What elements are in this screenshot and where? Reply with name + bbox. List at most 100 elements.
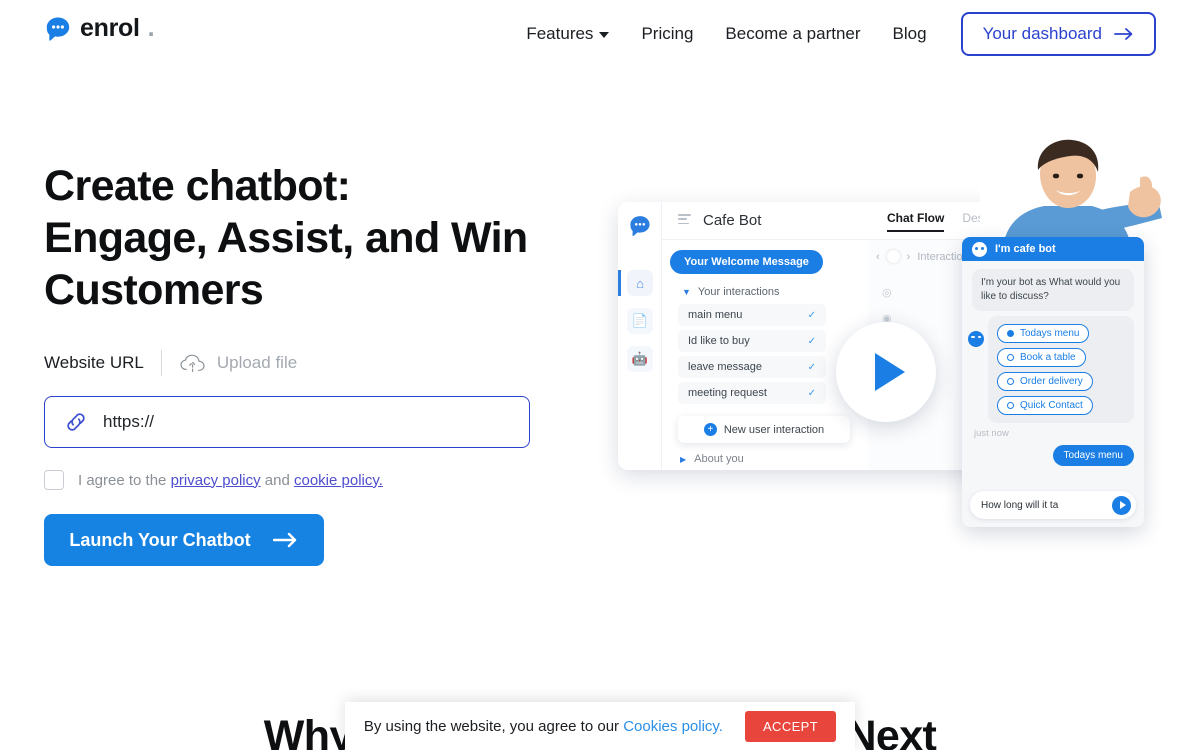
launch-label: Launch Your Chatbot bbox=[69, 529, 251, 550]
presenter-photo bbox=[980, 134, 1165, 254]
divider bbox=[160, 350, 162, 376]
chat-input[interactable]: How long will it ta bbox=[970, 491, 1136, 519]
list-item-label: Id like to buy bbox=[688, 335, 750, 347]
quick-reply-label: Todays menu bbox=[1020, 328, 1080, 339]
cookie-text-prefix: By using the website, you agree to our bbox=[363, 717, 624, 735]
breadcrumb-label: Interaction bbox=[917, 250, 969, 263]
new-user-interaction-button[interactable]: + New user interaction bbox=[678, 416, 850, 443]
launch-your-chatbot-button[interactable]: Launch Your Chatbot bbox=[44, 514, 324, 566]
website-url-label[interactable]: Website URL bbox=[44, 353, 144, 373]
list-item[interactable]: Id like to buy ✓ bbox=[678, 330, 826, 352]
brand-logo[interactable]: enrol . bbox=[44, 14, 155, 43]
play-video-button[interactable] bbox=[836, 322, 936, 422]
site-header: enrol . Features Pricing Become a partne… bbox=[0, 0, 1200, 68]
quick-reply-label: Book a table bbox=[1020, 352, 1076, 363]
quick-reply-label: Order delivery bbox=[1020, 376, 1083, 387]
website-url-value: https:// bbox=[103, 412, 155, 431]
hamburger-icon[interactable] bbox=[678, 214, 691, 227]
chat-header-title: I'm cafe bot bbox=[995, 243, 1056, 255]
check-icon: ✓ bbox=[807, 387, 816, 399]
chat-timestamp: just now bbox=[974, 428, 1009, 439]
list-item-label: About you bbox=[694, 453, 744, 465]
upload-file-label: Upload file bbox=[216, 353, 298, 372]
agree-middle: and bbox=[260, 471, 294, 489]
chat-quick-replies: Todays menu Book a table Order delivery … bbox=[988, 316, 1134, 423]
chevron-right-icon: ▶ bbox=[680, 454, 687, 464]
chevron-down-icon: ▼ bbox=[682, 287, 691, 297]
dashboard-label: Your dashboard bbox=[982, 24, 1102, 43]
link-icon bbox=[67, 413, 85, 431]
chat-bubble-logo-icon bbox=[46, 17, 70, 41]
plus-circle-icon: + bbox=[703, 423, 717, 436]
quick-reply-book-a-table[interactable]: Book a table bbox=[997, 348, 1086, 367]
quick-reply-order-delivery[interactable]: Order delivery bbox=[997, 372, 1093, 391]
section-heading-left: Why bbox=[263, 712, 354, 750]
cookie-banner-text: By using the website, you agree to our C… bbox=[364, 718, 723, 735]
cookie-policy-link[interactable]: cookie policy. bbox=[294, 472, 383, 489]
chat-user-message: Todays menu bbox=[1052, 445, 1134, 466]
nav-label: Features bbox=[526, 24, 594, 43]
quick-reply-quick-contact[interactable]: Quick Contact bbox=[997, 396, 1093, 415]
list-item-label: main menu bbox=[688, 309, 743, 321]
quick-reply-todays-menu[interactable]: Todays menu bbox=[997, 324, 1090, 343]
your-interactions-label: Your interactions bbox=[697, 286, 780, 298]
tab-chat-flow[interactable]: Chat Flow bbox=[887, 211, 945, 232]
privacy-policy-link[interactable]: privacy policy bbox=[171, 472, 261, 489]
check-icon: ✓ bbox=[807, 309, 816, 321]
welcome-message-pill[interactable]: Your Welcome Message bbox=[670, 250, 823, 274]
check-icon: ✓ bbox=[807, 361, 816, 373]
agree-label: I agree to the privacy policy and cookie… bbox=[78, 472, 383, 489]
headline-line-2: Engage, Assist, and Win bbox=[44, 214, 528, 262]
upload-file-button[interactable]: Upload file bbox=[179, 353, 297, 373]
bot-avatar bbox=[968, 331, 984, 347]
your-dashboard-button[interactable]: Your dashboard bbox=[960, 12, 1156, 56]
arrow-right-icon bbox=[272, 532, 296, 548]
radio-icon bbox=[1007, 330, 1014, 337]
list-item-label: leave message bbox=[688, 361, 762, 373]
hero-product-mockup: ⌂ 📄 🤖 Cafe Bot Chat Flow Design Int Your… bbox=[612, 132, 1172, 542]
play-icon bbox=[875, 353, 905, 391]
send-button[interactable] bbox=[1112, 495, 1131, 515]
new-user-interaction-label: New user interaction bbox=[723, 423, 825, 436]
sidebar-item-home[interactable]: ⌂ bbox=[627, 270, 653, 296]
input-mode-switcher: Website URL Upload file bbox=[44, 348, 604, 378]
list-item-label: meeting request bbox=[688, 387, 767, 399]
page-root: enrol . Features Pricing Become a partne… bbox=[0, 0, 1200, 750]
agree-prefix: I agree to the bbox=[78, 471, 171, 489]
list-item[interactable]: leave message ✓ bbox=[678, 356, 826, 378]
chat-header: I'm cafe bot bbox=[962, 237, 1144, 261]
nav-item-become-a-partner[interactable]: Become a partner bbox=[709, 12, 876, 56]
nav-item-features[interactable]: Features bbox=[510, 12, 625, 56]
node-dot-icon bbox=[886, 250, 900, 263]
sidebar-active-indicator bbox=[618, 270, 621, 296]
brand-name: enrol bbox=[80, 14, 140, 42]
nav-item-blog[interactable]: Blog bbox=[877, 12, 943, 56]
chevron-down-icon bbox=[599, 32, 610, 38]
list-item-about-you[interactable]: ▶ About you bbox=[680, 453, 860, 465]
cookie-consent-banner: By using the website, you agree to our C… bbox=[345, 702, 855, 750]
hero-left-column: Create chatbot: Engage, Assist, and Win … bbox=[44, 160, 604, 566]
bot-avatar bbox=[972, 241, 987, 257]
accept-cookies-button[interactable]: ACCEPT bbox=[744, 710, 837, 742]
website-url-input[interactable]: https:// bbox=[44, 396, 530, 448]
radio-icon bbox=[1007, 354, 1014, 361]
headline-line-3: Customers bbox=[44, 266, 264, 314]
sidebar-item-bot[interactable]: 🤖 bbox=[627, 346, 653, 372]
headline-line-1: Create chatbot: bbox=[44, 162, 351, 210]
main-nav: Features Pricing Become a partner Blog Y… bbox=[510, 12, 1156, 56]
radio-icon bbox=[1007, 402, 1014, 409]
welcome-message-label: Your Welcome Message bbox=[684, 256, 809, 268]
cookies-policy-link[interactable]: Cookies policy. bbox=[623, 718, 723, 735]
list-item[interactable]: meeting request ✓ bbox=[678, 382, 826, 404]
your-interactions-row[interactable]: ▼ Your interactions bbox=[682, 286, 860, 298]
zoom-in-icon[interactable]: ◎ bbox=[882, 286, 892, 299]
radio-icon bbox=[1007, 378, 1014, 385]
chat-bubble-logo-icon bbox=[630, 216, 650, 236]
agree-checkbox[interactable] bbox=[44, 470, 64, 490]
chevron-left-icon: ‹ bbox=[876, 250, 880, 263]
section-heading-right: Next bbox=[845, 712, 937, 750]
list-item[interactable]: main menu ✓ bbox=[678, 304, 826, 326]
sidebar-item-documents[interactable]: 📄 bbox=[627, 308, 653, 334]
nav-item-pricing[interactable]: Pricing bbox=[625, 12, 709, 56]
chevron-right-icon: › bbox=[906, 250, 911, 263]
